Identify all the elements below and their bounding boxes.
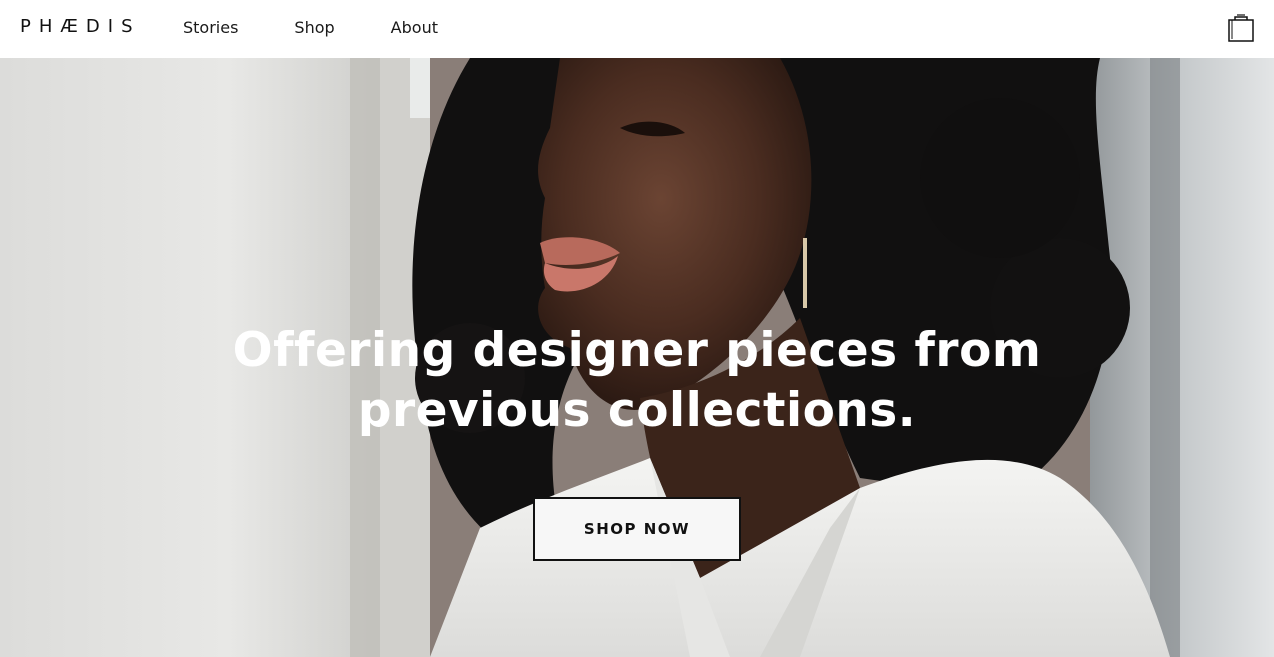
hero-headline: Offering designer pieces from previous c… xyxy=(0,321,1274,441)
shopping-bag-icon[interactable] xyxy=(1228,14,1254,42)
nav-item-stories[interactable]: Stories xyxy=(183,17,238,39)
main-nav: Stories Shop About xyxy=(183,17,438,39)
site-header: PHÆDIS Stories Shop About xyxy=(0,0,1274,58)
nav-item-about[interactable]: About xyxy=(391,17,438,39)
brand-logo[interactable]: PHÆDIS xyxy=(20,16,141,38)
shop-now-button[interactable]: SHOP NOW xyxy=(533,497,741,561)
hero-headline-line-2: previous collections. xyxy=(357,383,917,439)
hero-headline-line-1: Offering designer pieces from xyxy=(232,323,1042,379)
nav-item-shop[interactable]: Shop xyxy=(294,17,334,39)
hero-banner: Offering designer pieces from previous c… xyxy=(0,58,1274,657)
